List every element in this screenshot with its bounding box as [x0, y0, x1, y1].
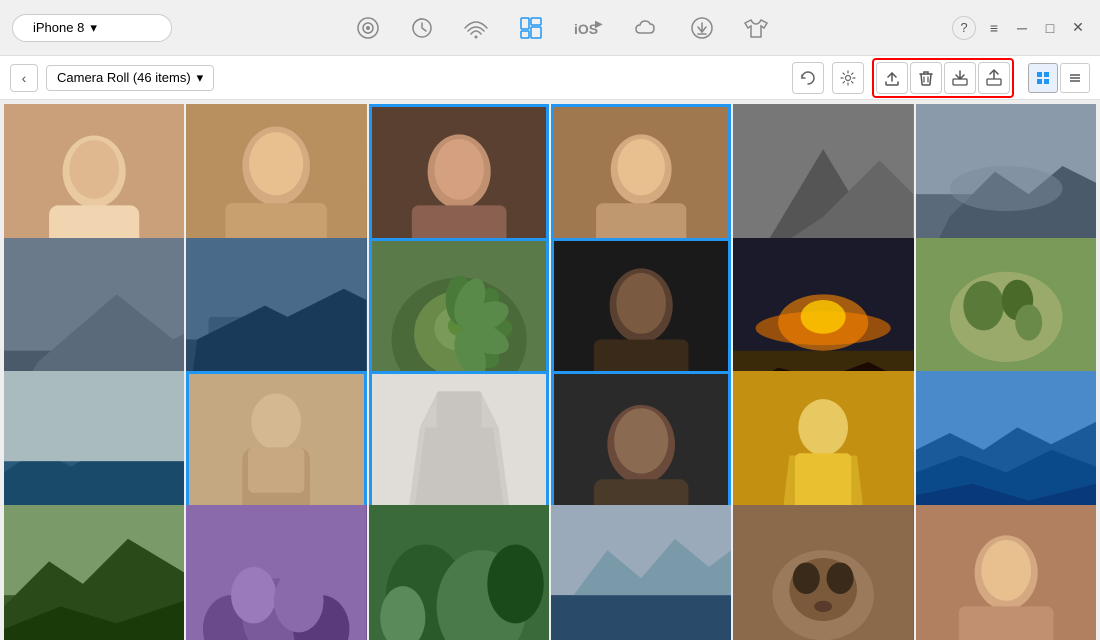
view-toggle-group — [1028, 63, 1090, 93]
delete-button[interactable] — [910, 62, 942, 94]
nav-cloud[interactable] — [633, 15, 661, 41]
menu-button[interactable]: ≡ — [984, 18, 1004, 38]
device-selector[interactable]: iPhone 8 ▾ — [12, 14, 172, 42]
nav-music[interactable] — [355, 15, 381, 41]
photo-item[interactable] — [733, 505, 913, 640]
photo-grid: ✓ ✓ — [0, 100, 1100, 640]
nav-photos[interactable] — [517, 14, 545, 42]
refresh-button[interactable] — [792, 62, 824, 94]
grid-view-button[interactable] — [1028, 63, 1058, 93]
nav-sync[interactable] — [463, 15, 489, 41]
svg-text:▶: ▶ — [595, 19, 603, 30]
photo-item[interactable] — [551, 505, 731, 640]
minimize-button[interactable]: ─ — [1012, 18, 1032, 38]
action-buttons-group — [872, 58, 1014, 98]
album-chevron-icon: ▾ — [197, 70, 204, 86]
photo-item[interactable] — [916, 505, 1096, 640]
nav-history[interactable] — [409, 15, 435, 41]
close-button[interactable]: ✕ — [1068, 18, 1088, 38]
list-view-button[interactable] — [1060, 63, 1090, 93]
album-label: Camera Roll (46 items) — [57, 70, 191, 85]
album-selector[interactable]: Camera Roll (46 items) ▾ — [46, 65, 214, 91]
nav-tshirt[interactable] — [743, 15, 769, 41]
maximize-button[interactable]: □ — [1040, 18, 1060, 38]
second-toolbar: ‹ Camera Roll (46 items) ▾ — [0, 56, 1100, 100]
photo-item[interactable] — [186, 505, 366, 640]
top-toolbar: iPhone 8 ▾ — [0, 0, 1100, 56]
settings-button[interactable] — [832, 62, 864, 94]
nav-ios[interactable]: iOS ▶ — [573, 15, 605, 41]
export-button[interactable] — [978, 62, 1010, 94]
nav-icons: iOS ▶ — [192, 14, 932, 42]
chevron-down-icon: ▾ — [90, 20, 97, 36]
device-name: iPhone 8 — [33, 20, 84, 35]
photo-item[interactable] — [369, 505, 549, 640]
upload-button[interactable] — [876, 62, 908, 94]
help-button[interactable]: ? — [952, 16, 976, 40]
import-button[interactable] — [944, 62, 976, 94]
back-button[interactable]: ‹ — [10, 64, 38, 92]
nav-download[interactable] — [689, 15, 715, 41]
photo-item[interactable] — [4, 505, 184, 640]
